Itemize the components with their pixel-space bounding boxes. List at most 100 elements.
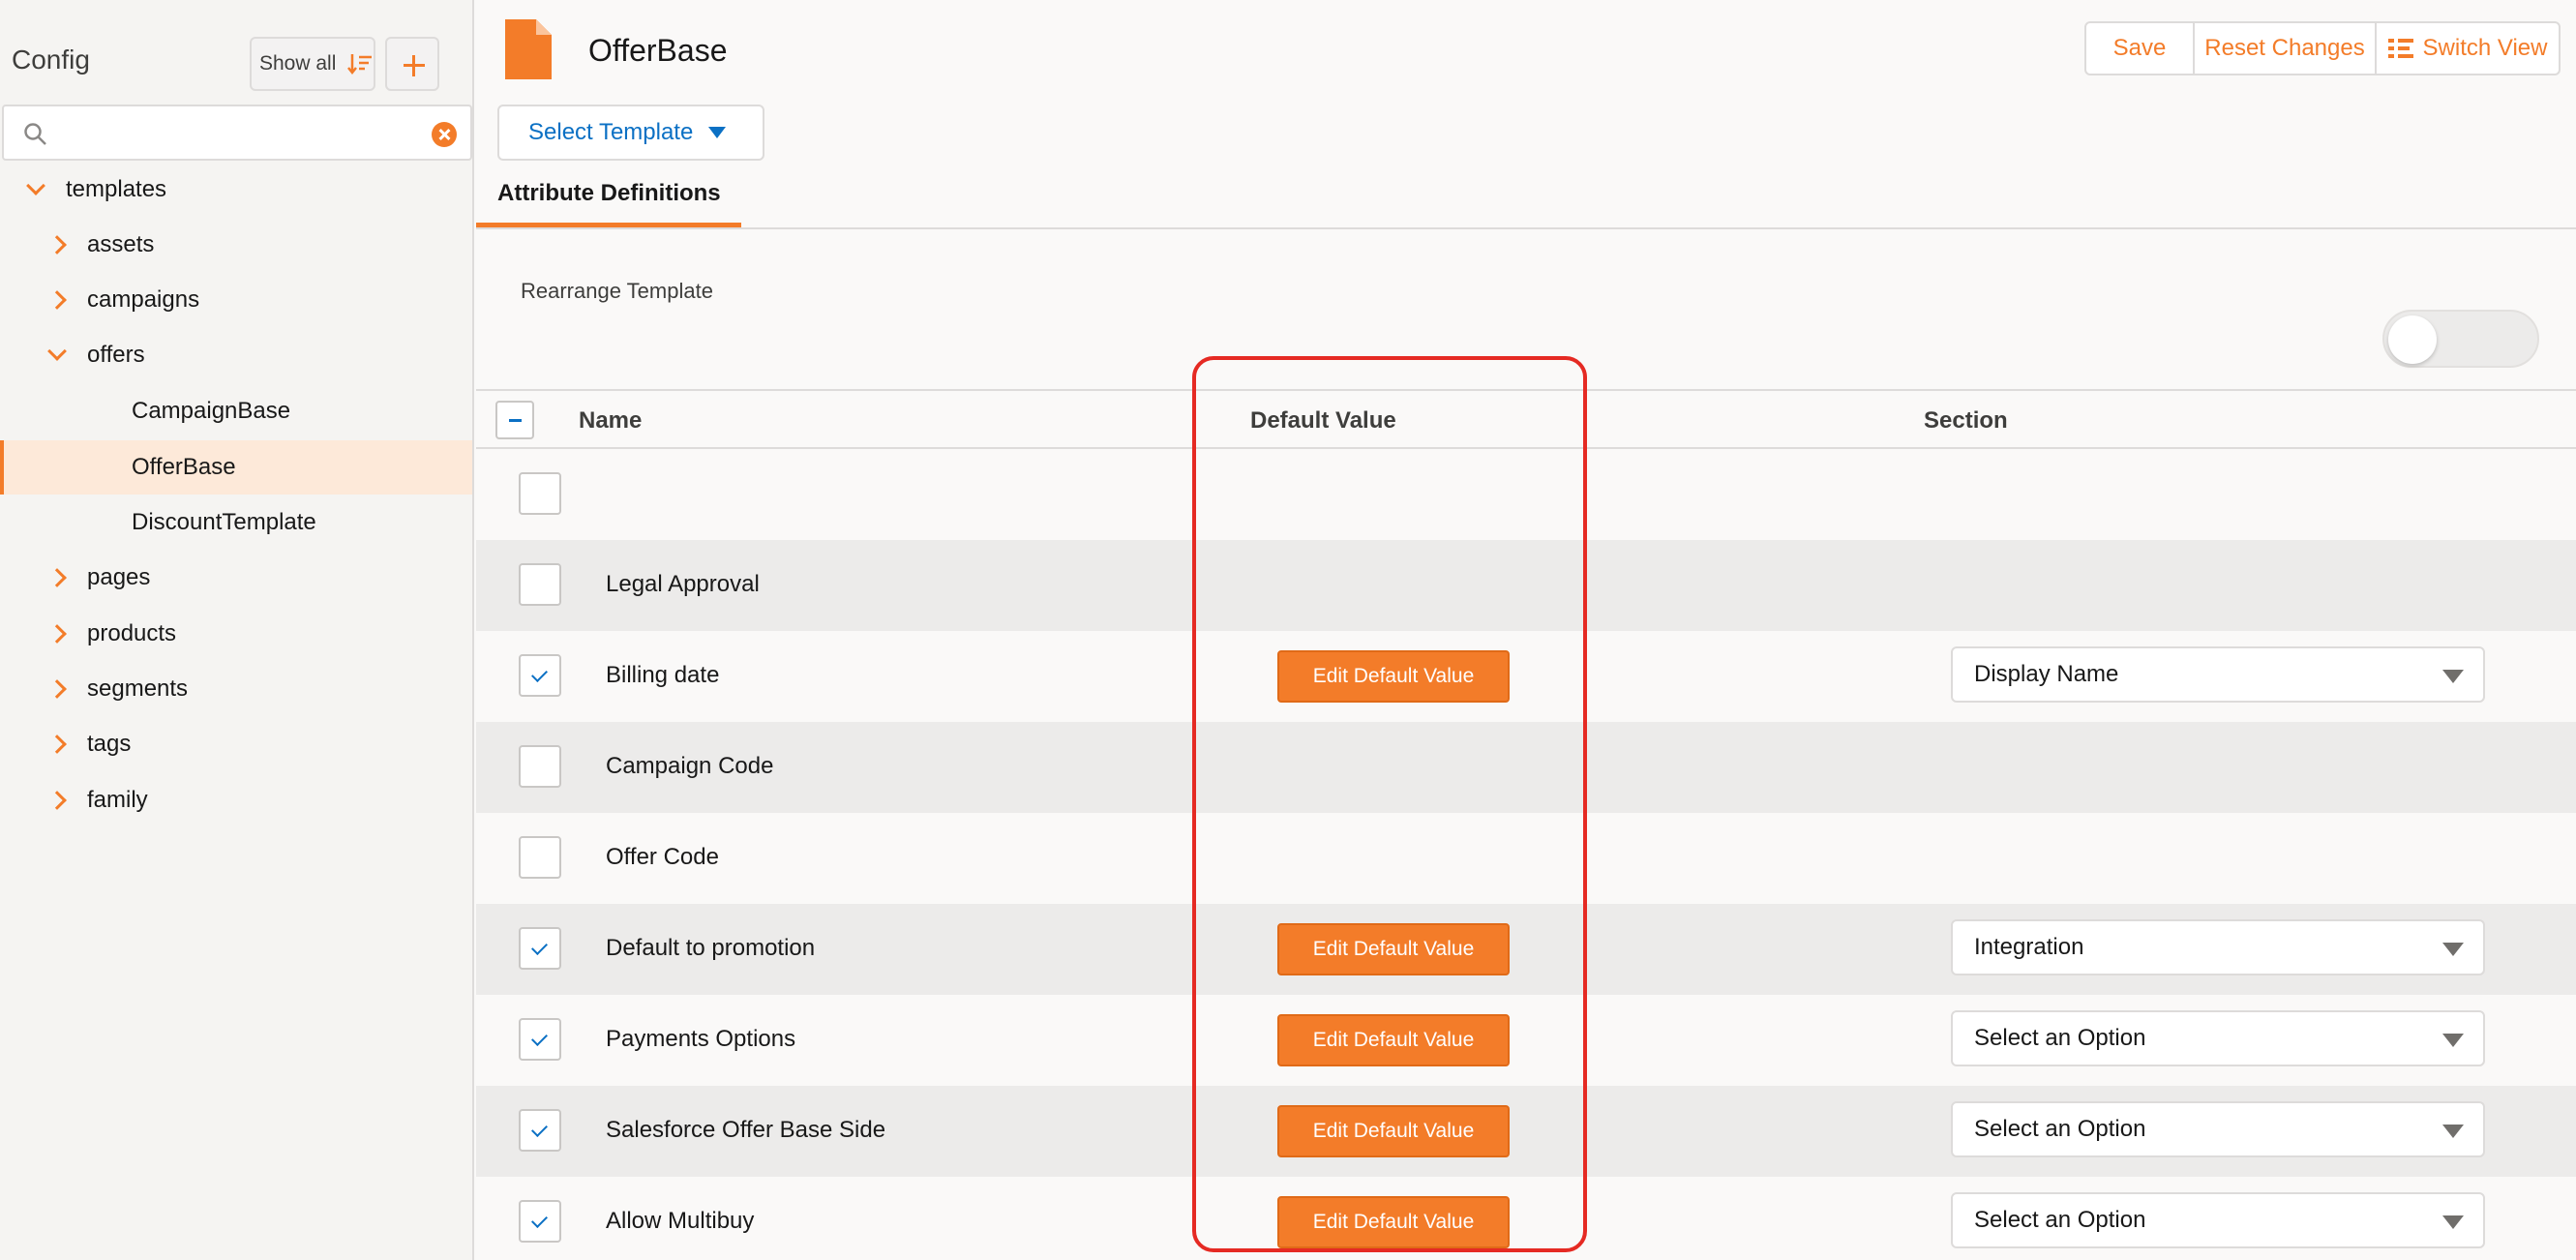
chevron-right-icon[interactable]	[47, 235, 67, 255]
tree-item-templates[interactable]: templates	[0, 163, 472, 217]
caret-down-icon	[2442, 1034, 2464, 1047]
attribute-name: Allow Multibuy	[606, 1208, 755, 1234]
tree-item-label: OfferBase	[132, 454, 236, 480]
tree-item-label: CampaignBase	[132, 398, 291, 424]
table-row: Default to promotion Edit Default Value In…	[476, 904, 2576, 995]
chevron-down-icon[interactable]	[26, 176, 45, 195]
attribute-name: Legal Approval	[606, 571, 760, 597]
edit-default-value-button[interactable]: Edit Default Value	[1277, 923, 1510, 975]
edit-default-value-button[interactable]: Edit Default Value	[1277, 1105, 1510, 1157]
section-value: Select an Option	[1974, 1025, 2146, 1051]
table-row	[476, 449, 2576, 540]
chevron-right-icon[interactable]	[47, 624, 67, 644]
caret-down-icon	[2442, 943, 2464, 956]
page-title: OfferBase	[588, 33, 728, 68]
tree-item-assets[interactable]: assets	[0, 218, 472, 272]
table-row: Salesforce Offer Base Side Edit Default V…	[476, 1086, 2576, 1177]
chevron-right-icon[interactable]	[47, 679, 67, 699]
rearrange-template-label: Rearrange Template	[521, 279, 713, 303]
tree-item-label: family	[87, 787, 148, 813]
rearrange-toggle[interactable]	[2382, 310, 2539, 368]
row-checkbox[interactable]	[519, 836, 561, 879]
row-checkbox[interactable]	[519, 1200, 561, 1243]
tree-item-segments[interactable]: segments	[0, 662, 472, 716]
sort-icon	[347, 51, 373, 76]
section-value: Integration	[1974, 934, 2084, 960]
tree-item-label: templates	[66, 176, 167, 202]
section-value: Display Name	[1974, 661, 2119, 687]
chevron-right-icon[interactable]	[47, 568, 67, 587]
attribute-name: Salesforce Offer Base Side	[606, 1117, 886, 1143]
attribute-name: Offer Code	[606, 844, 719, 870]
tree-item-label: campaigns	[87, 286, 200, 313]
tab-divider	[476, 227, 2576, 229]
select-template-label: Select Template	[528, 119, 694, 145]
section-select[interactable]: Select an Option	[1951, 1010, 2485, 1066]
tree-item-campaignbase[interactable]: CampaignBase	[0, 384, 472, 438]
tree-item-label: DiscountTemplate	[132, 509, 316, 535]
select-template-button[interactable]: Select Template	[497, 105, 764, 161]
tree-item-label: tags	[87, 731, 132, 757]
table-row: Allow Multibuy Edit Default Value Select a…	[476, 1177, 2576, 1260]
section-select[interactable]: Select an Option	[1951, 1101, 2485, 1157]
chevron-down-icon[interactable]	[47, 342, 67, 361]
sidebar-title: Config	[12, 45, 90, 75]
section-select[interactable]: Select an Option	[1951, 1192, 2485, 1248]
switch-view-button[interactable]: Switch View	[2375, 21, 2561, 75]
section-select[interactable]: Integration	[1951, 919, 2485, 975]
row-checkbox[interactable]	[519, 472, 561, 515]
section-value: Select an Option	[1974, 1207, 2146, 1233]
column-header-section[interactable]: Section	[1924, 407, 2008, 435]
file-icon	[505, 19, 552, 79]
row-checkbox[interactable]	[519, 927, 561, 970]
row-checkbox[interactable]	[519, 1018, 561, 1061]
tree-item-campaigns[interactable]: campaigns	[0, 273, 472, 327]
table-row: Payments Options Edit Default Value Select…	[476, 995, 2576, 1086]
select-all-checkbox[interactable]	[495, 401, 534, 439]
chevron-right-icon[interactable]	[47, 791, 67, 810]
section-select[interactable]: Display Name	[1951, 646, 2485, 703]
table-row: Legal Approval	[476, 540, 2576, 631]
row-checkbox[interactable]	[519, 745, 561, 788]
tab-attribute-definitions[interactable]: Attribute Definitions	[497, 180, 721, 207]
attribute-name: Campaign Code	[606, 753, 774, 779]
section-value: Select an Option	[1974, 1116, 2146, 1142]
tree-item-offers[interactable]: offers	[0, 328, 472, 382]
tree-item-offerbase[interactable]: OfferBase	[0, 440, 472, 495]
table-row: Campaign Code	[476, 722, 2576, 813]
tree-item-products[interactable]: products	[0, 607, 472, 661]
show-all-button[interactable]: Show all	[250, 37, 375, 91]
tree-item-family[interactable]: family	[0, 773, 472, 827]
search-icon	[23, 122, 48, 152]
list-view-icon	[2387, 39, 2413, 58]
attribute-name: Payments Options	[606, 1026, 796, 1052]
row-checkbox[interactable]	[519, 1109, 561, 1152]
add-button[interactable]	[385, 37, 439, 91]
clear-search-icon[interactable]	[432, 122, 457, 147]
tree-item-label: offers	[87, 342, 145, 368]
save-button[interactable]: Save	[2084, 21, 2195, 75]
tree-item-pages[interactable]: pages	[0, 551, 472, 605]
toggle-knob	[2388, 315, 2437, 364]
tree-item-discounttemplate[interactable]: DiscountTemplate	[0, 495, 472, 550]
column-header-name[interactable]: Name	[579, 407, 642, 435]
search-input[interactable]	[56, 114, 414, 151]
table-header: Name Default Value Section	[476, 389, 2576, 449]
chevron-right-icon[interactable]	[47, 735, 67, 754]
search-box	[2, 105, 472, 161]
attribute-name: Default to promotion	[606, 935, 816, 961]
tree-item-tags[interactable]: tags	[0, 717, 472, 771]
tree-item-label: segments	[87, 675, 189, 702]
column-header-default-value[interactable]: Default Value	[1250, 407, 1396, 435]
edit-default-value-button[interactable]: Edit Default Value	[1277, 1014, 1510, 1066]
row-checkbox[interactable]	[519, 563, 561, 606]
caret-down-icon	[2442, 1215, 2464, 1229]
row-checkbox[interactable]	[519, 654, 561, 697]
attribute-name: Billing date	[606, 662, 720, 688]
chevron-right-icon[interactable]	[47, 290, 67, 310]
edit-default-value-button[interactable]: Edit Default Value	[1277, 650, 1510, 703]
tree-item-label: pages	[87, 564, 151, 590]
table-row: Billing date Edit Default Value Display Na…	[476, 631, 2576, 722]
edit-default-value-button[interactable]: Edit Default Value	[1277, 1196, 1510, 1248]
reset-changes-button[interactable]: Reset Changes	[2193, 21, 2377, 75]
